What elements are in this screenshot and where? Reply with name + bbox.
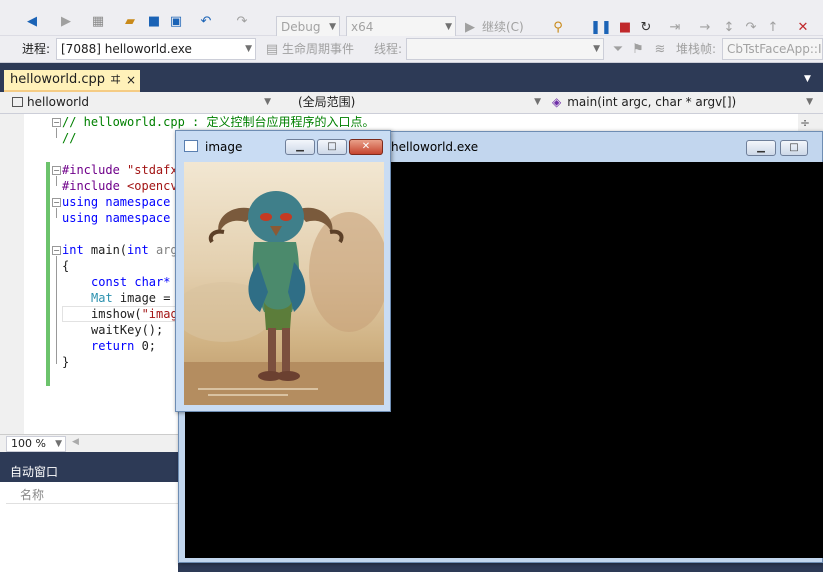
step-over-icon[interactable]: ↕ — [720, 16, 738, 38]
code-line-11: imshow("imag — [91, 307, 178, 321]
tab-overflow-icon[interactable]: ▼ — [804, 74, 811, 84]
member-select[interactable]: ◈ main(int argc, char * argv[]) ▼ — [548, 92, 816, 114]
stack-frame-select[interactable]: CbTstFaceApp::I — [722, 38, 823, 60]
code-line-3: #include "stdafx — [62, 163, 178, 177]
minimize-button[interactable]: ▁ — [746, 140, 776, 156]
image-window[interactable]: image ▁ □ ✕ — [175, 130, 391, 412]
code-line-10: Mat image = — [91, 291, 171, 305]
save-icon[interactable]: ■ — [144, 10, 164, 32]
configuration-select[interactable]: Debug ▼ — [276, 16, 340, 38]
zoom-row: 100 % ▼ ◀ — [0, 434, 178, 452]
lifecycle-icon: ▤ — [265, 41, 279, 57]
code-line-2: // — [62, 131, 77, 145]
breakpoints-icon[interactable]: ✕ — [794, 16, 812, 38]
undo-icon[interactable]: ↶ — [196, 10, 216, 32]
maximize-button[interactable]: □ — [780, 140, 808, 156]
close-button[interactable]: ✕ — [349, 139, 383, 155]
stack-icon: ≋ — [654, 41, 666, 57]
minimize-button[interactable]: ▁ — [285, 139, 315, 155]
project-icon — [12, 97, 23, 107]
displayed-image — [184, 162, 384, 405]
split-icon[interactable]: ÷ — [800, 116, 810, 130]
open-file-icon[interactable]: ▰ — [120, 10, 140, 32]
step-out-icon[interactable]: ↷ — [742, 16, 760, 38]
fold-guide — [56, 176, 57, 186]
forward-icon[interactable]: ▶ — [56, 10, 76, 32]
change-bar — [46, 162, 50, 386]
filter-icon[interactable]: ⏷ — [610, 38, 626, 60]
code-line-4: #include <opencv — [62, 179, 178, 193]
console-window-title: helloworld.exe — [391, 140, 479, 154]
process-label: 进程: — [22, 42, 51, 56]
fold-toggle[interactable]: − — [52, 198, 61, 207]
find-icon[interactable]: ⚲ — [548, 16, 568, 38]
close-icon[interactable]: × — [126, 70, 136, 90]
continue-button[interactable]: 继续(C) — [482, 16, 524, 38]
maximize-button[interactable]: □ — [317, 139, 347, 155]
fold-guide — [56, 128, 57, 138]
redo-icon[interactable]: ↷ — [232, 10, 252, 32]
autos-panel-title: 自动窗口 — [10, 465, 59, 479]
autos-column-header: 名称 — [6, 484, 178, 504]
new-project-icon[interactable]: ▦ — [88, 10, 108, 32]
code-line-8: { — [62, 259, 70, 273]
code-line-9: const char* — [91, 275, 171, 289]
creature-illustration — [184, 191, 384, 405]
stop-icon[interactable]: ■ — [616, 16, 634, 38]
debug-location-toolbar: 进程: [7088] helloworld.exe ▼ ▤ 生命周期事件 线程: … — [0, 36, 823, 63]
pause-icon[interactable]: ❚❚ — [590, 16, 612, 38]
fold-guide — [56, 256, 57, 364]
stack-frame-label: 堆栈帧: — [676, 42, 717, 56]
continue-icon[interactable]: ▶ — [462, 16, 478, 38]
image-window-title: image — [205, 140, 243, 154]
step-icon[interactable]: ↑ — [764, 16, 782, 38]
pin-icon[interactable]: ヰ — [110, 70, 121, 90]
column-name[interactable]: 名称 — [20, 486, 44, 503]
window-icon — [184, 140, 198, 152]
platform-select[interactable]: x64 ▼ — [346, 16, 456, 38]
code-line-14: } — [62, 355, 70, 369]
code-line-13: return 0; — [91, 339, 157, 353]
back-icon[interactable]: ◀ — [22, 10, 42, 32]
tab-helloworld-cpp[interactable]: helloworld.cpp ヰ × — [4, 70, 140, 92]
show-next-statement-icon[interactable]: ⇥ — [666, 16, 684, 38]
method-icon: ◈ — [552, 95, 562, 109]
standard-toolbar: ◀ ▶ ▦ ▰ ■ ▣ ↶ ↷ Debug ▼ x64 ▼ ▶ 继续(C) ⚲ ❚❚… — [0, 6, 823, 38]
fold-toggle[interactable]: − — [52, 118, 61, 127]
code-line-12: waitKey(); — [91, 323, 164, 337]
restart-icon[interactable]: ↻ — [637, 16, 655, 38]
zoom-select[interactable]: 100 % ▼ — [6, 436, 66, 452]
code-line-5: using namespace — [62, 195, 171, 209]
code-line-7: int main(int arg — [62, 243, 178, 257]
code-line-6: using namespace — [62, 211, 171, 225]
step-into-icon[interactable]: → — [696, 16, 714, 38]
flag-icon[interactable]: ⚑ — [630, 38, 646, 60]
lifecycle-events-menu[interactable]: 生命周期事件 — [282, 38, 354, 60]
code-line-1: // helloworld.cpp : 定义控制台应用程序的入口点。 — [62, 115, 375, 129]
project-select[interactable]: helloworld ▼ — [8, 92, 274, 114]
fold-guide — [56, 208, 57, 218]
process-select[interactable]: [7088] helloworld.exe ▼ — [56, 38, 256, 60]
tab-label: helloworld.cpp — [10, 72, 105, 87]
scroll-left-icon[interactable]: ◀ — [72, 437, 79, 447]
autos-panel: 名称 — [0, 482, 178, 572]
fold-toggle[interactable]: − — [52, 246, 61, 255]
save-all-icon[interactable]: ▣ — [166, 10, 186, 32]
thread-label: 线程: — [374, 42, 403, 56]
scope-select[interactable]: (全局范围) ▼ — [278, 92, 544, 114]
editor-navigation-bar: helloworld ▼ (全局范围) ▼ ◈ main(int argc, char… — [0, 92, 823, 114]
autos-panel-header: 自动窗口 — [0, 460, 178, 482]
thread-select[interactable]: ▼ — [406, 38, 604, 60]
indicator-margin — [0, 114, 24, 434]
fold-toggle[interactable]: − — [52, 166, 61, 175]
